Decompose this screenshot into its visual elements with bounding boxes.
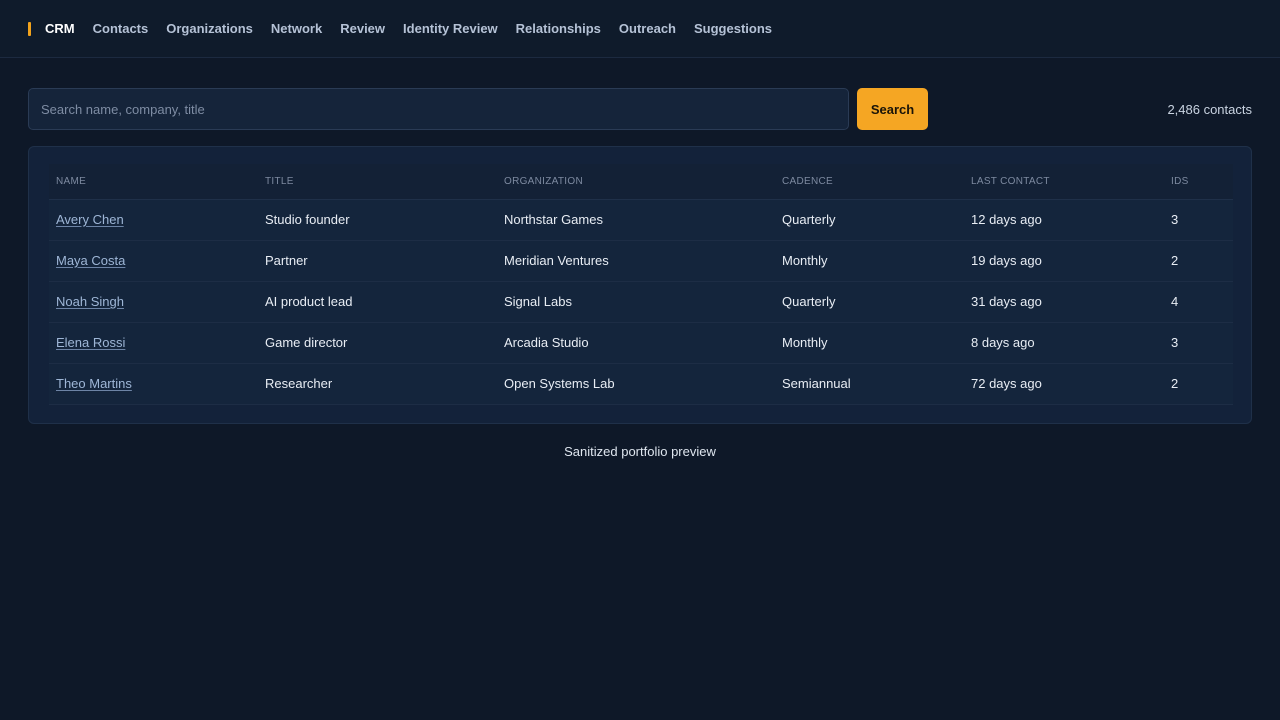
- contact-name-link[interactable]: Avery Chen: [56, 212, 124, 227]
- cell-organization: Arcadia Studio: [497, 322, 775, 364]
- table-row[interactable]: Maya Costa Partner Meridian Ventures Mon…: [49, 240, 1233, 282]
- cell-title: Studio founder: [258, 199, 497, 241]
- contact-name-link[interactable]: Elena Rossi: [56, 335, 125, 350]
- column-header-organization[interactable]: ORGANIZATION: [497, 164, 775, 200]
- cell-title: Partner: [258, 240, 497, 282]
- cell-last-contact: 8 days ago: [964, 322, 1164, 364]
- cell-ids: 3: [1164, 322, 1233, 364]
- cell-cadence: Quarterly: [775, 281, 964, 323]
- contact-name-link[interactable]: Maya Costa: [56, 253, 125, 268]
- cell-cadence: Monthly: [775, 322, 964, 364]
- cell-name: Maya Costa: [49, 240, 258, 282]
- cell-last-contact: 72 days ago: [964, 363, 1164, 405]
- cell-cadence: Semiannual: [775, 363, 964, 405]
- table-header-row: NAME TITLE ORGANIZATION CADENCE LAST CON…: [49, 164, 1233, 200]
- nav-item-network[interactable]: Network: [271, 21, 322, 36]
- table-row[interactable]: Noah Singh AI product lead Signal Labs Q…: [49, 281, 1233, 323]
- table-row[interactable]: Avery Chen Studio founder Northstar Game…: [49, 199, 1233, 241]
- cell-organization: Meridian Ventures: [497, 240, 775, 282]
- nav-item-outreach[interactable]: Outreach: [619, 21, 676, 36]
- column-header-cadence[interactable]: CADENCE: [775, 164, 964, 200]
- column-header-name[interactable]: NAME: [49, 164, 258, 200]
- column-header-title[interactable]: TITLE: [258, 164, 497, 200]
- nav-item-review[interactable]: Review: [340, 21, 385, 36]
- table-row[interactable]: Elena Rossi Game director Arcadia Studio…: [49, 322, 1233, 364]
- contact-count: 2,486 contacts: [1167, 101, 1252, 117]
- cell-organization: Open Systems Lab: [497, 363, 775, 405]
- column-header-last-contact[interactable]: LAST CONTACT: [964, 164, 1164, 200]
- cell-ids: 2: [1164, 240, 1233, 282]
- brand-title[interactable]: CRM: [45, 21, 75, 36]
- brand-accent-bar: [28, 21, 31, 36]
- contact-name-link[interactable]: Theo Martins: [56, 376, 132, 391]
- contacts-table-card: NAME TITLE ORGANIZATION CADENCE LAST CON…: [28, 146, 1252, 424]
- top-navigation: CRM Contacts Organizations Network Revie…: [0, 0, 1280, 58]
- cell-name: Noah Singh: [49, 281, 258, 323]
- cell-ids: 3: [1164, 199, 1233, 241]
- nav-item-identity-review[interactable]: Identity Review: [403, 21, 498, 36]
- cell-last-contact: 19 days ago: [964, 240, 1164, 282]
- cell-title: AI product lead: [258, 281, 497, 323]
- contacts-table: NAME TITLE ORGANIZATION CADENCE LAST CON…: [49, 164, 1233, 405]
- nav-item-contacts[interactable]: Contacts: [93, 21, 149, 36]
- search-input[interactable]: [28, 88, 849, 130]
- cell-name: Avery Chen: [49, 199, 258, 241]
- footer-note: Sanitized portfolio preview: [564, 444, 716, 459]
- cell-last-contact: 12 days ago: [964, 199, 1164, 241]
- cell-organization: Northstar Games: [497, 199, 775, 241]
- nav-item-organizations[interactable]: Organizations: [166, 21, 253, 36]
- nav-item-suggestions[interactable]: Suggestions: [694, 21, 772, 36]
- cell-title: Game director: [258, 322, 497, 364]
- cell-title: Researcher: [258, 363, 497, 405]
- cell-cadence: Quarterly: [775, 199, 964, 241]
- contact-name-link[interactable]: Noah Singh: [56, 294, 124, 309]
- table-row[interactable]: Theo Martins Researcher Open Systems Lab…: [49, 363, 1233, 405]
- cell-ids: 4: [1164, 281, 1233, 323]
- column-header-ids[interactable]: IDS: [1164, 164, 1233, 200]
- cell-name: Elena Rossi: [49, 322, 258, 364]
- search-button[interactable]: Search: [857, 88, 928, 130]
- cell-ids: 2: [1164, 363, 1233, 405]
- cell-name: Theo Martins: [49, 363, 258, 405]
- nav-item-relationships[interactable]: Relationships: [516, 21, 601, 36]
- cell-last-contact: 31 days ago: [964, 281, 1164, 323]
- cell-organization: Signal Labs: [497, 281, 775, 323]
- search-toolbar: Search 2,486 contacts: [28, 88, 1252, 130]
- cell-cadence: Monthly: [775, 240, 964, 282]
